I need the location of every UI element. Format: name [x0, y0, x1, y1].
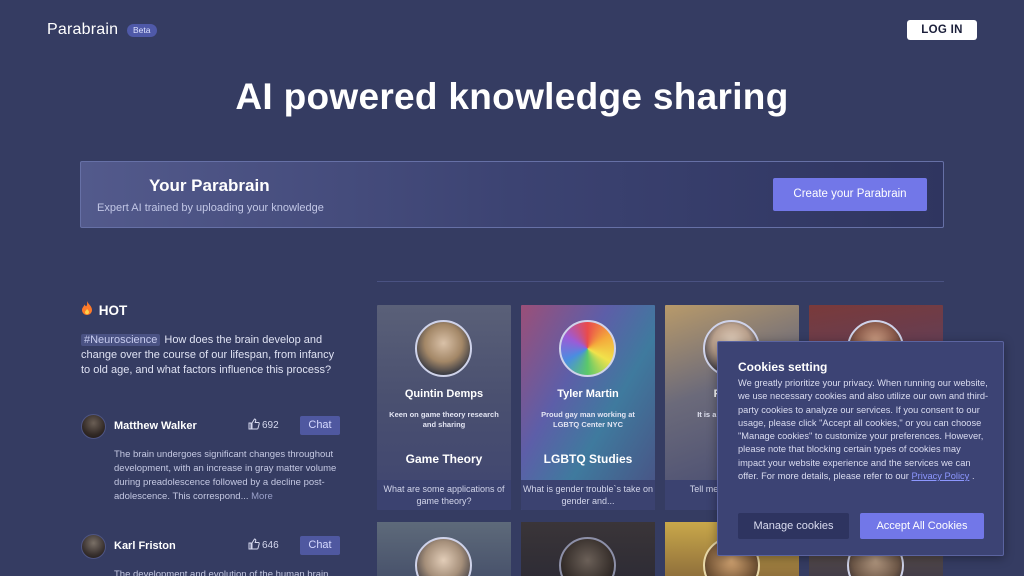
thumbs-up-icon [248, 418, 260, 430]
expert-card[interactable] [521, 522, 655, 576]
privacy-policy-link[interactable]: Privacy Policy [911, 471, 969, 481]
cookie-dialog: Cookies setting We greatly prioritize yo… [717, 341, 1004, 556]
answer-author[interactable]: Karl Friston [114, 540, 176, 552]
avatar [415, 320, 472, 377]
expert-card[interactable] [377, 522, 511, 576]
like-count[interactable]: 692 [248, 418, 279, 431]
like-count[interactable]: 646 [248, 538, 279, 551]
fire-icon [81, 301, 97, 318]
beta-badge: Beta [127, 24, 157, 37]
create-banner: Your Parabrain Expert AI trained by uplo… [80, 161, 944, 228]
answer-text: The development and evolution of the hum… [114, 569, 329, 576]
answer-item: Matthew Walker 692 Chat The brain underg… [81, 414, 343, 524]
hot-question[interactable]: #Neuroscience How does the brain develop … [81, 333, 343, 378]
avatar [559, 320, 616, 377]
answer-body: The brain undergoes significant changes … [114, 449, 337, 502]
cookie-text: We greatly prioritize your privacy. When… [738, 377, 990, 483]
expert-description: Proud gay man working at LGBTQ Center NY… [541, 410, 635, 429]
thumbs-up-icon [248, 538, 260, 550]
expert-description: Keen on game theory research and sharing [389, 410, 499, 429]
manage-cookies-button[interactable]: Manage cookies [738, 513, 849, 539]
expert-card[interactable]: Quintin Demps Keen on game theory resear… [377, 305, 511, 510]
banner-title: Your Parabrain [149, 176, 270, 195]
expert-name: Tyler Martin [557, 388, 619, 400]
expert-topic: LGBTQ Studies [543, 452, 633, 466]
accept-cookies-button[interactable]: Accept All Cookies [860, 513, 984, 539]
avatar[interactable] [81, 534, 106, 559]
chat-button[interactable]: Chat [300, 536, 340, 555]
cookie-body: We greatly prioritize your privacy. When… [738, 378, 989, 482]
brand-logo[interactable]: Parabrain [47, 21, 118, 39]
avatar [559, 537, 616, 576]
answer-item: Karl Friston 646 Chat The development an… [81, 534, 343, 576]
like-count-value: 646 [262, 540, 279, 551]
more-link[interactable]: More [251, 491, 273, 502]
sample-question[interactable]: What is gender trouble`s take on gender … [521, 480, 655, 510]
create-parabrain-button[interactable]: Create your Parabrain [773, 178, 927, 211]
hot-label: HOT [98, 303, 128, 318]
cookie-text-end: . [971, 471, 975, 482]
chat-button[interactable]: Chat [300, 416, 340, 435]
expert-card[interactable]: Tyler Martin Proud gay man working at LG… [521, 305, 655, 510]
hero-title: AI powered knowledge sharing [235, 76, 789, 117]
hot-heading: HOT [81, 301, 127, 318]
expert-topic: Game Theory [405, 452, 483, 466]
like-count-value: 692 [262, 420, 279, 431]
sample-question[interactable]: What are some applications of game theor… [377, 480, 511, 510]
top-bar: Parabrain Beta LOG IN [0, 0, 1024, 60]
expert-name: Quintin Demps [404, 388, 484, 400]
avatar[interactable] [81, 414, 106, 439]
banner-subtitle: Expert AI trained by uploading your know… [97, 202, 324, 214]
answer-author[interactable]: Matthew Walker [114, 420, 197, 432]
section-divider [377, 281, 944, 282]
avatar [415, 537, 472, 576]
answer-text: The brain undergoes significant changes … [114, 448, 344, 504]
login-button[interactable]: LOG IN [907, 20, 977, 40]
cookie-title: Cookies setting [738, 360, 828, 374]
topic-tag[interactable]: #Neuroscience [81, 334, 161, 346]
